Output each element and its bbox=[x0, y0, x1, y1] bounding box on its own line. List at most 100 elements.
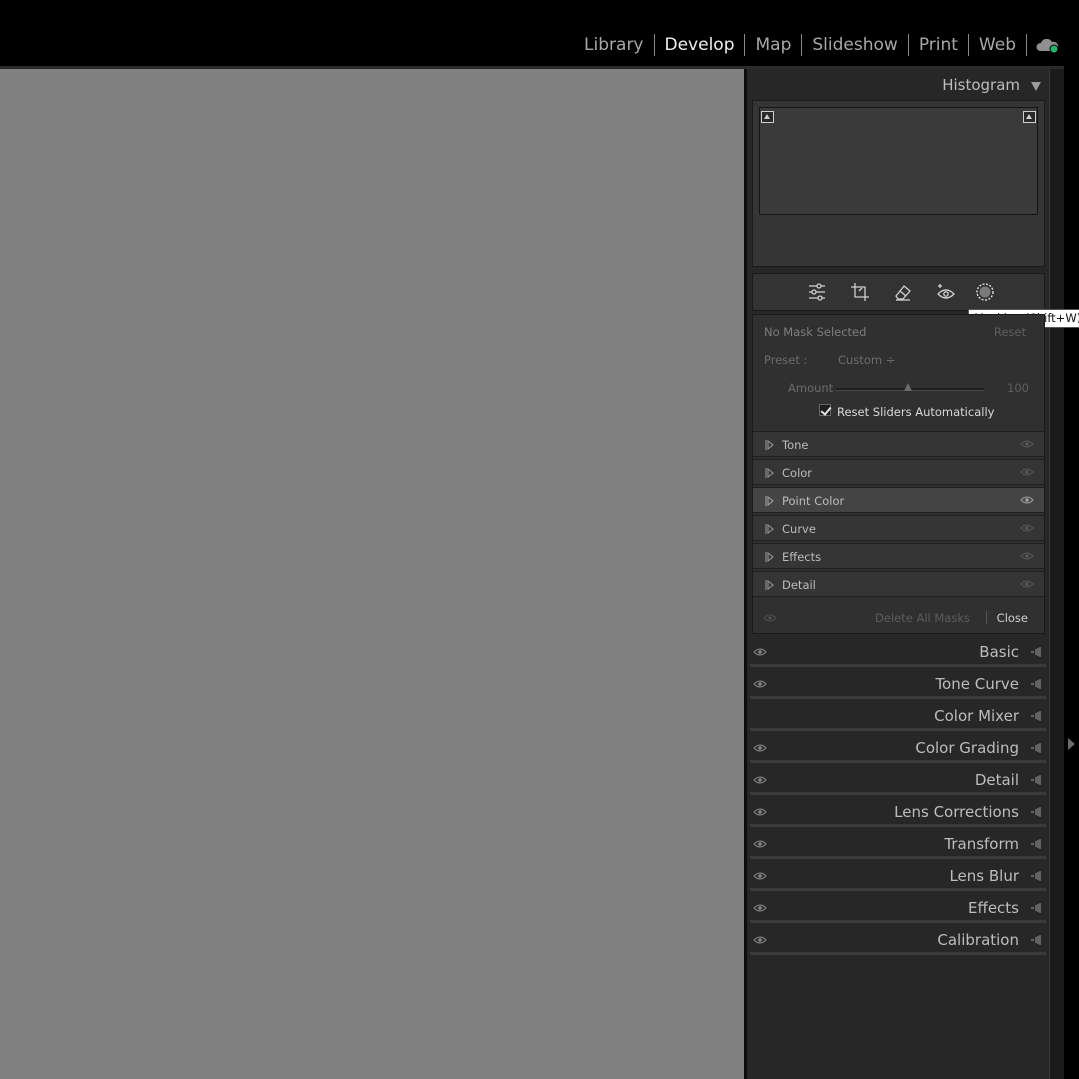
section-label: Detail bbox=[782, 578, 816, 592]
panel-switch-icon[interactable] bbox=[1030, 711, 1042, 721]
footer-divider bbox=[986, 611, 987, 624]
disclosure-triangle-icon bbox=[765, 524, 774, 534]
eye-icon[interactable] bbox=[1020, 495, 1034, 505]
reset-sliders-checkbox[interactable] bbox=[819, 404, 831, 416]
image-canvas[interactable] bbox=[0, 69, 744, 1079]
panel-transform[interactable]: Transform bbox=[750, 829, 1046, 859]
eye-icon[interactable] bbox=[1020, 579, 1034, 589]
panel-switch-icon[interactable] bbox=[1030, 775, 1042, 785]
panel-detail[interactable]: Detail bbox=[750, 765, 1046, 795]
panel-title: Color Grading bbox=[915, 739, 1019, 757]
eye-icon[interactable] bbox=[753, 935, 767, 945]
panel-title: Basic bbox=[979, 643, 1019, 661]
panel-title: Lens Corrections bbox=[894, 803, 1019, 821]
amount-slider-thumb[interactable] bbox=[904, 383, 912, 391]
module-slideshow[interactable]: Slideshow bbox=[802, 34, 909, 56]
edit-sliders-icon[interactable] bbox=[807, 282, 827, 302]
tool-strip bbox=[752, 273, 1045, 311]
eye-icon[interactable] bbox=[753, 775, 767, 785]
histogram-title: Histogram bbox=[942, 76, 1020, 94]
mask-section-color[interactable]: Color bbox=[753, 459, 1044, 485]
panel-lens-blur[interactable]: Lens Blur bbox=[750, 861, 1046, 891]
panel-switch-icon[interactable] bbox=[1030, 743, 1042, 753]
mask-section-tone[interactable]: Tone bbox=[753, 431, 1044, 457]
disclosure-triangle-icon bbox=[765, 552, 774, 562]
close-button[interactable]: Close bbox=[997, 611, 1028, 625]
eye-icon[interactable] bbox=[753, 871, 767, 881]
highlight-clipping-icon[interactable] bbox=[1023, 111, 1036, 123]
panel-title: Lens Blur bbox=[949, 867, 1019, 885]
panel-color-mixer[interactable]: Color Mixer bbox=[750, 701, 1046, 731]
eye-icon[interactable] bbox=[1020, 467, 1034, 477]
module-picker-bar: Library Develop Map Slideshow Print Web bbox=[0, 0, 1079, 66]
panel-lens-corrections[interactable]: Lens Corrections bbox=[750, 797, 1046, 827]
module-map[interactable]: Map bbox=[745, 34, 803, 56]
mask-status: No Mask Selected bbox=[764, 325, 867, 339]
module-develop[interactable]: Develop bbox=[655, 34, 746, 56]
disclosure-triangle-icon bbox=[765, 580, 774, 590]
panel-switch-icon[interactable] bbox=[1030, 839, 1042, 849]
module-print[interactable]: Print bbox=[909, 34, 969, 56]
panel-switch-icon[interactable] bbox=[1030, 935, 1042, 945]
reset-button[interactable]: Reset bbox=[994, 325, 1026, 339]
mask-settings-panel: No Mask Selected Reset Preset : Custom ÷… bbox=[752, 314, 1045, 634]
panel-calibration[interactable]: Calibration bbox=[750, 925, 1046, 955]
cloud-sync-icon[interactable] bbox=[1035, 36, 1061, 56]
preset-dropdown[interactable]: Custom ÷ bbox=[838, 353, 895, 367]
panel-switch-icon[interactable] bbox=[1030, 903, 1042, 913]
eye-icon[interactable] bbox=[1020, 551, 1034, 561]
mask-section-point-color[interactable]: Point Color bbox=[753, 487, 1044, 513]
panel-effects[interactable]: Effects bbox=[750, 893, 1046, 923]
disclosure-triangle-icon bbox=[765, 496, 774, 506]
eye-icon[interactable] bbox=[753, 743, 767, 753]
histogram-graph bbox=[759, 107, 1038, 215]
panel-title: Transform bbox=[944, 835, 1019, 853]
preset-label: Preset : bbox=[764, 353, 808, 367]
eye-icon[interactable] bbox=[753, 647, 767, 657]
red-eye-icon[interactable] bbox=[936, 282, 956, 302]
eye-icon[interactable] bbox=[763, 613, 777, 623]
disclosure-triangle-icon bbox=[765, 440, 774, 450]
eye-icon[interactable] bbox=[753, 839, 767, 849]
shadow-clipping-icon[interactable] bbox=[761, 111, 774, 123]
mask-panel-footer: Delete All Masks Close bbox=[753, 601, 1044, 633]
delete-all-masks-button[interactable]: Delete All Masks bbox=[875, 611, 970, 625]
masking-icon[interactable] bbox=[975, 282, 995, 302]
section-label: Point Color bbox=[782, 494, 845, 508]
eye-icon[interactable] bbox=[753, 679, 767, 689]
panel-title: Effects bbox=[968, 899, 1019, 917]
eye-icon[interactable] bbox=[1020, 523, 1034, 533]
collapse-triangle-icon[interactable] bbox=[1031, 82, 1041, 91]
panel-color-grading[interactable]: Color Grading bbox=[750, 733, 1046, 763]
mask-section-detail[interactable]: Detail bbox=[753, 571, 1044, 597]
eye-icon[interactable] bbox=[753, 903, 767, 913]
panel-tone-curve[interactable]: Tone Curve bbox=[750, 669, 1046, 699]
amount-label: Amount bbox=[788, 381, 834, 395]
module-web[interactable]: Web bbox=[969, 34, 1027, 56]
panel-switch-icon[interactable] bbox=[1030, 647, 1042, 657]
right-panel-scrollbar[interactable] bbox=[1049, 69, 1064, 1079]
section-label: Curve bbox=[782, 522, 816, 536]
module-list: Library Develop Map Slideshow Print Web bbox=[574, 33, 1027, 57]
panel-switch-icon[interactable] bbox=[1030, 807, 1042, 817]
section-label: Color bbox=[782, 466, 813, 480]
eye-icon[interactable] bbox=[753, 807, 767, 817]
mask-section-effects[interactable]: Effects bbox=[753, 543, 1044, 569]
histogram-header[interactable]: Histogram bbox=[747, 72, 1049, 98]
panel-title: Calibration bbox=[937, 931, 1019, 949]
right-panel-collapse-strip[interactable] bbox=[1064, 0, 1079, 1079]
mask-section-curve[interactable]: Curve bbox=[753, 515, 1044, 541]
healing-eraser-icon[interactable] bbox=[893, 282, 913, 302]
section-label: Tone bbox=[782, 438, 809, 452]
module-library[interactable]: Library bbox=[574, 34, 655, 56]
panel-collapse-arrow-icon[interactable] bbox=[1068, 738, 1075, 750]
disclosure-triangle-icon bbox=[765, 468, 774, 478]
panel-basic[interactable]: Basic bbox=[750, 637, 1046, 667]
eye-icon[interactable] bbox=[1020, 439, 1034, 449]
reset-sliders-label[interactable]: Reset Sliders Automatically bbox=[837, 405, 994, 419]
amount-value[interactable]: 100 bbox=[1007, 381, 1029, 395]
crop-icon[interactable] bbox=[850, 282, 870, 302]
panel-switch-icon[interactable] bbox=[1030, 679, 1042, 689]
panel-switch-icon[interactable] bbox=[1030, 871, 1042, 881]
panel-title: Tone Curve bbox=[935, 675, 1019, 693]
